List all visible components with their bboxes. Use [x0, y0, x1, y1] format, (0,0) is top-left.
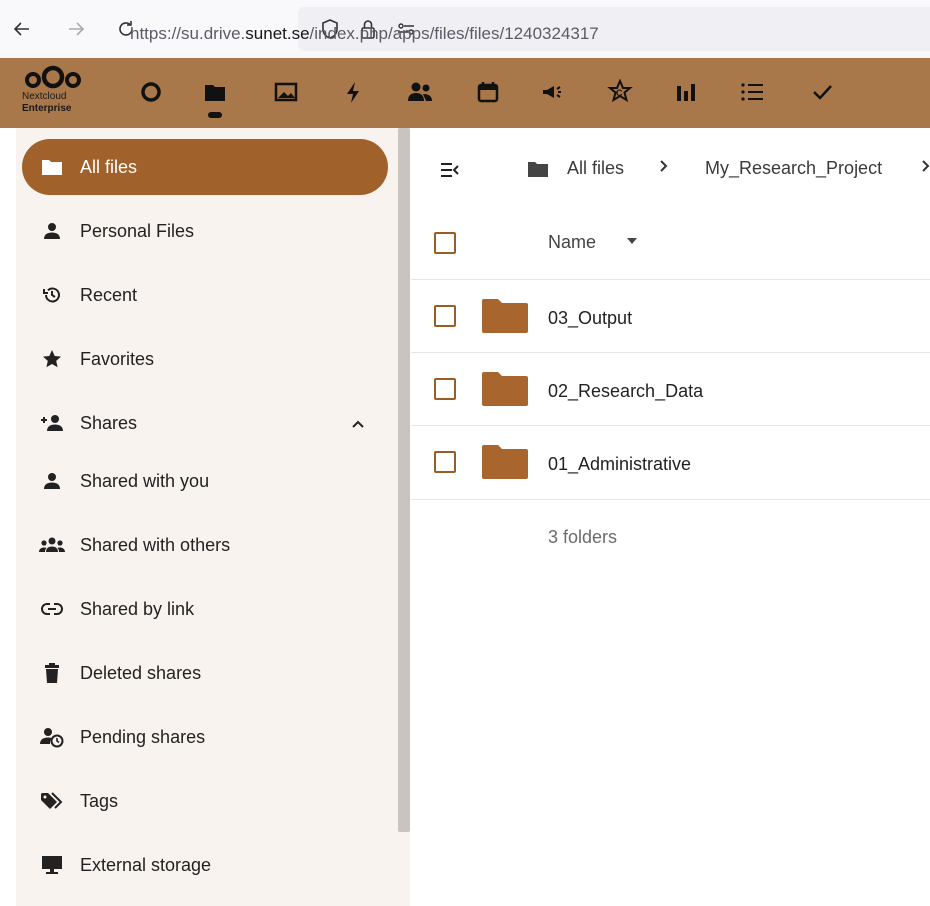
- activity-icon[interactable]: [339, 78, 367, 106]
- group-icon: [38, 531, 66, 559]
- active-app-indicator: [208, 112, 222, 118]
- collapse-shares-chevron-up-icon[interactable]: [346, 412, 370, 436]
- select-all-checkbox[interactable]: [434, 232, 456, 254]
- sidebar-item-label: Tags: [80, 791, 119, 811]
- row-checkbox[interactable]: [434, 378, 456, 400]
- row-divider: [411, 352, 930, 353]
- sidebar-item-label: Shared with others: [80, 535, 231, 555]
- logo-text-enterprise: Enterprise: [22, 103, 72, 114]
- pending-icon: [38, 723, 66, 751]
- monitor-icon: [38, 851, 66, 879]
- sidebar-item-shared-by-link[interactable]: Shared by link: [22, 581, 388, 637]
- file-name[interactable]: 02_Research_Data: [548, 381, 703, 402]
- sidebar-item-shared-with-others[interactable]: Shared with others: [22, 517, 388, 573]
- logo-text-nextcloud: Nextcloud: [22, 91, 67, 102]
- sort-caret-down-icon[interactable]: [627, 238, 637, 244]
- sidebar-item-label: Personal Files: [80, 221, 195, 241]
- svg-text:C: C: [616, 88, 623, 98]
- sidebar-item-label: Shares: [80, 413, 138, 433]
- sidebar-item-shared-with-you[interactable]: Shared with you: [22, 453, 388, 509]
- dashboard-icon[interactable]: [137, 78, 165, 106]
- sidebar-item-favorites[interactable]: Favorites: [22, 331, 388, 387]
- person-icon: [38, 217, 66, 245]
- url-domain: sunet.se: [245, 24, 310, 43]
- row-divider: [411, 425, 930, 426]
- announcements-icon[interactable]: [538, 78, 566, 106]
- sidebar-item-label: Pending shares: [80, 727, 206, 747]
- sidebar-item-label: Recent: [80, 285, 138, 305]
- sidebar-item-label: Shared by link: [80, 599, 195, 619]
- star-icon: [38, 345, 66, 373]
- deck-star-icon[interactable]: C: [606, 78, 634, 106]
- checkmark-icon[interactable]: [808, 78, 836, 106]
- column-header-name[interactable]: Name: [548, 232, 596, 253]
- url-suffix: /index.php/apps/files/files/1240324317: [309, 24, 599, 43]
- sidebar-item-external-storage[interactable]: External storage: [22, 837, 388, 893]
- person-icon: [38, 467, 66, 495]
- sidebar-item-recent[interactable]: Recent: [22, 267, 388, 323]
- tasks-list-icon[interactable]: [738, 78, 766, 106]
- sidebar-item-label: Shared with you: [80, 471, 210, 491]
- url-text[interactable]: https://su.drive.sunet.se/index.php/apps…: [130, 24, 599, 44]
- sidebar-item-all-files[interactable]: All files: [22, 139, 388, 195]
- row-divider: [411, 499, 930, 500]
- breadcrumb-folder-icon[interactable]: [527, 160, 549, 183]
- folder-icon[interactable]: [482, 299, 528, 333]
- url-prefix: https://su.drive.: [130, 24, 246, 43]
- row-divider: [411, 279, 930, 280]
- analytics-icon[interactable]: [672, 78, 700, 106]
- forward-arrow-icon[interactable]: [62, 15, 90, 43]
- link-icon: [38, 595, 66, 623]
- trash-icon: [38, 659, 66, 687]
- breadcrumb-chevron-right-icon: [658, 156, 670, 181]
- sidebar-item-deleted-shares[interactable]: Deleted shares: [22, 645, 388, 701]
- folder-icon: [38, 153, 66, 181]
- sidebar-item-label: Deleted shares: [80, 663, 202, 683]
- toggle-navigation-icon[interactable]: [436, 156, 464, 184]
- sidebar-scrollbar[interactable]: [398, 128, 410, 832]
- breadcrumb-all-files[interactable]: All files: [567, 158, 624, 179]
- breadcrumb-chevron-right-icon: [920, 156, 930, 181]
- folder-icon[interactable]: [482, 372, 528, 406]
- contacts-icon[interactable]: [406, 78, 434, 106]
- sidebar-item-personal-files[interactable]: Personal Files: [22, 203, 388, 259]
- sidebar-item-label: Favorites: [80, 349, 155, 369]
- folder-count-summary: 3 folders: [548, 527, 618, 547]
- sidebar-item-pending-shares[interactable]: Pending shares: [22, 709, 388, 765]
- share-add-icon: [38, 409, 66, 437]
- back-arrow-icon[interactable]: [8, 15, 36, 43]
- row-checkbox[interactable]: [434, 305, 456, 327]
- sidebar-item-label: External storage: [80, 855, 212, 875]
- tag-icon: [38, 787, 66, 815]
- folder-icon[interactable]: [482, 445, 528, 479]
- calendar-icon[interactable]: [474, 78, 502, 106]
- sidebar-item-tags[interactable]: Tags: [22, 773, 388, 829]
- sidebar-item-label: All files: [80, 157, 138, 177]
- files-app-icon[interactable]: [201, 78, 229, 106]
- nextcloud-logo[interactable]: Nextcloud Enterprise: [20, 64, 100, 124]
- nextcloud-logo-icon: [25, 65, 81, 89]
- sidebar-item-shares[interactable]: Shares: [22, 395, 388, 451]
- breadcrumb-current-folder[interactable]: My_Research_Project: [705, 158, 882, 179]
- file-name[interactable]: 01_Administrative: [548, 454, 691, 475]
- history-icon: [38, 281, 66, 309]
- photos-icon[interactable]: [272, 78, 300, 106]
- row-checkbox[interactable]: [434, 451, 456, 473]
- file-name[interactable]: 03_Output: [548, 308, 632, 329]
